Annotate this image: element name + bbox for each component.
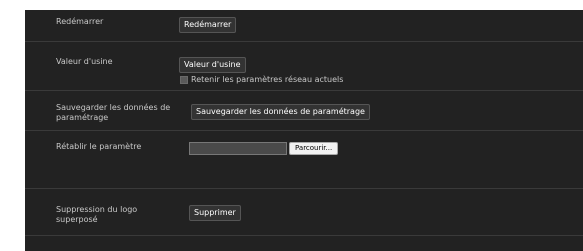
restart-label: Redémarrer [56,17,104,26]
restart-button[interactable]: Redémarrer [179,17,237,33]
browse-button[interactable]: Parcourir... [289,142,339,155]
retain-network-checkbox[interactable] [180,76,188,84]
save-settings-button[interactable]: Sauvegarder les données de paramétrage [191,104,370,120]
save-settings-label-line2: paramétrage [56,113,109,122]
divider [25,235,583,236]
divider [25,41,583,42]
restore-settings-label: Rétablir le paramètre [56,142,142,151]
save-settings-label-line1: Sauvegarder les données de [56,103,171,112]
factory-default-button[interactable]: Valeur d'usine [179,57,246,73]
delete-logo-label-line1: Suppression du logo [56,205,138,214]
divider [25,188,583,189]
delete-logo-button[interactable]: Supprimer [189,205,241,221]
divider [25,90,583,91]
maintenance-panel: Redémarrer Redémarrer Valeur d'usine Val… [25,10,583,251]
retain-network-label: Retenir les paramètres réseau actuels [191,75,344,84]
delete-logo-label-line2: superposé [56,215,98,224]
divider [25,130,583,131]
factory-default-label: Valeur d'usine [56,57,113,66]
restore-file-input[interactable] [189,142,287,155]
